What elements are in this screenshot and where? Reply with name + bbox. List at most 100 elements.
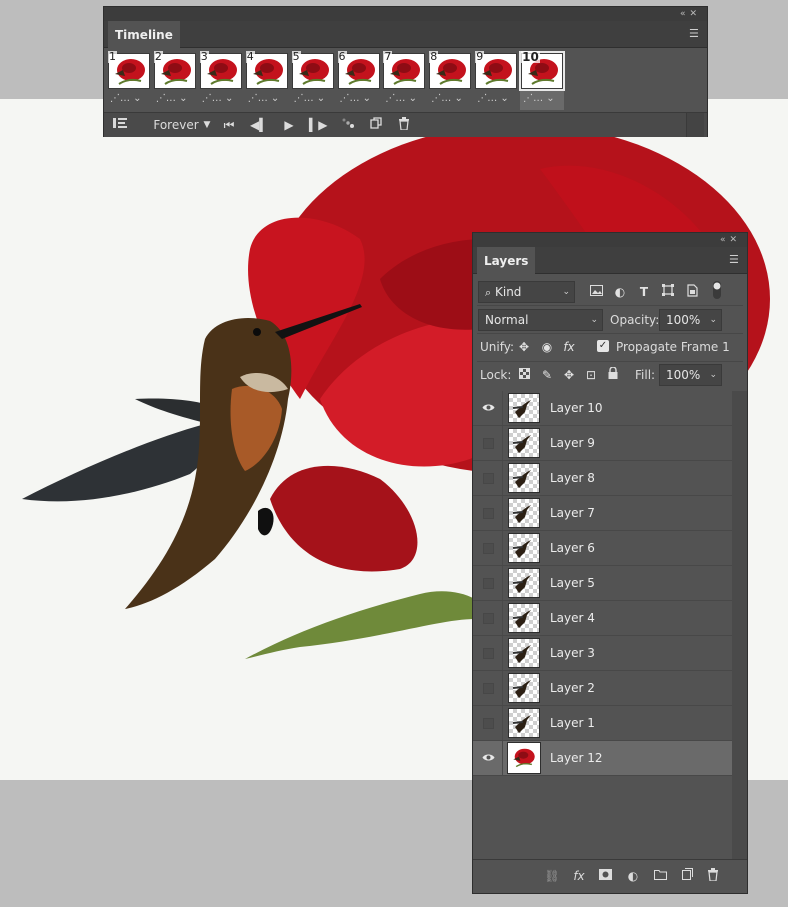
filter-kind-select[interactable]: ⌕ Kind ⌄ [478,281,575,303]
animation-frame[interactable]: 2 ⋰… ⌄ [153,51,197,110]
delete-layer-icon[interactable] [704,868,722,884]
shape-filter-icon[interactable] [660,284,676,300]
layer-thumbnail[interactable] [508,428,540,458]
layer-row[interactable]: Layer 3 [473,636,733,671]
layer-row[interactable]: Layer 12 [473,741,733,776]
visibility-toggle[interactable] [473,636,503,670]
collapse-close-icons[interactable]: «✕ [680,7,701,21]
filter-toggle-icon[interactable] [709,280,725,302]
visibility-toggle[interactable] [473,426,503,460]
visibility-toggle[interactable] [473,706,503,740]
animation-frame[interactable]: 1 ⋰… ⌄ [107,51,151,110]
tab-timeline[interactable]: Timeline [108,21,180,49]
layer-name[interactable]: Layer 5 [550,566,595,600]
layer-thumbnail[interactable] [508,603,540,633]
layer-name[interactable]: Layer 3 [550,636,595,670]
layer-thumbnail[interactable] [508,708,540,738]
timeline-scrollbar[interactable] [686,113,704,137]
duplicate-frame-icon[interactable] [368,117,384,133]
lock-transparent-pixels-icon[interactable] [516,367,532,383]
animation-frame[interactable]: 3 ⋰… ⌄ [199,51,243,110]
layer-row[interactable]: Layer 6 [473,531,733,566]
layers-titlebar[interactable]: «✕ [473,233,747,247]
layer-row[interactable]: Layer 5 [473,566,733,601]
animation-frame[interactable]: 8 ⋰… ⌄ [428,51,472,110]
visibility-toggle[interactable] [473,741,503,775]
layer-thumbnail[interactable] [508,533,540,563]
pixel-filter-icon[interactable] [588,284,604,300]
add-mask-icon[interactable] [596,868,614,884]
layer-thumbnail[interactable] [507,742,541,774]
layer-name[interactable]: Layer 10 [550,391,603,425]
layer-thumbnail[interactable] [508,638,540,668]
animation-frame[interactable]: 4 ⋰… ⌄ [245,51,289,110]
convert-to-video-timeline-icon[interactable] [112,117,128,133]
unify-style-icon[interactable]: fx [561,339,577,355]
layer-row[interactable]: Layer 10 [473,391,733,426]
frame-delay-disposal-icons[interactable]: ⋰… ⌄ [523,93,555,104]
visibility-toggle[interactable] [473,391,503,425]
layer-thumbnail[interactable] [508,568,540,598]
new-group-icon[interactable] [651,868,669,884]
layer-thumbnail[interactable] [508,498,540,528]
layer-thumbnail[interactable] [508,463,540,493]
visibility-toggle[interactable] [473,566,503,600]
frame-delay-disposal-icons[interactable]: ⋰… ⌄ [248,93,280,104]
layer-row[interactable]: Layer 2 [473,671,733,706]
frame-delay-disposal-icons[interactable]: ⋰… ⌄ [431,93,463,104]
visibility-toggle[interactable] [473,496,503,530]
chevron-down-icon[interactable]: ▼ [201,117,213,133]
animation-frame[interactable]: 6 ⋰… ⌄ [337,51,381,110]
animation-frame[interactable]: 5 ⋰… ⌄ [291,51,335,110]
fill-input[interactable]: 100% ⌄ [659,364,722,386]
frame-delay-disposal-icons[interactable]: ⋰… ⌄ [477,93,509,104]
layer-name[interactable]: Layer 12 [550,741,603,775]
adjustment-filter-icon[interactable]: ◐ [612,284,628,300]
unify-position-icon[interactable]: ✥ [516,339,532,355]
layer-thumbnail[interactable] [508,673,540,703]
visibility-toggle[interactable] [473,461,503,495]
propagate-checkbox[interactable]: ✓ [597,340,609,352]
visibility-toggle[interactable] [473,531,503,565]
layer-row[interactable]: Layer 4 [473,601,733,636]
panel-menu-icon[interactable]: ☰ [689,28,701,39]
fx-icon[interactable]: fx [570,868,588,884]
layer-row[interactable]: Layer 1 [473,706,733,741]
layer-row[interactable]: Layer 9 [473,426,733,461]
frame-delay-disposal-icons[interactable]: ⋰… ⌄ [340,93,372,104]
new-layer-icon[interactable] [678,868,696,884]
next-frame-icon[interactable]: ▍▶ [309,117,327,133]
layer-name[interactable]: Layer 6 [550,531,595,565]
lock-image-pixels-icon[interactable]: ✎ [539,367,555,383]
lock-all-icon[interactable] [605,366,621,383]
smart-object-filter-icon[interactable] [684,284,700,300]
unify-visibility-icon[interactable]: ◉ [539,339,555,355]
layer-row[interactable]: Layer 8 [473,461,733,496]
animation-frame[interactable]: 9 ⋰… ⌄ [474,51,518,110]
layer-row[interactable]: Layer 7 [473,496,733,531]
adjustment-layer-icon[interactable]: ◐ [624,868,642,884]
link-layers-icon[interactable]: ⛓ [543,868,561,884]
layer-name[interactable]: Layer 1 [550,706,595,740]
layer-name[interactable]: Layer 9 [550,426,595,460]
opacity-input[interactable]: 100% ⌄ [659,309,722,331]
frame-delay-disposal-icons[interactable]: ⋰… ⌄ [385,93,417,104]
lock-position-icon[interactable]: ✥ [561,367,577,383]
layer-name[interactable]: Layer 4 [550,601,595,635]
panel-menu-icon[interactable]: ☰ [729,254,741,265]
layer-name[interactable]: Layer 8 [550,461,595,495]
previous-frame-icon[interactable]: ◀▍ [250,117,268,133]
type-filter-icon[interactable]: T [636,284,652,300]
first-frame-icon[interactable]: ⏮ [221,117,237,133]
visibility-toggle[interactable] [473,671,503,705]
tab-layers[interactable]: Layers [477,247,536,275]
blend-mode-select[interactable]: Normal ⌄ [478,309,603,331]
animation-frame[interactable]: 10 ⋰… ⌄ [519,51,566,110]
timeline-titlebar[interactable]: «✕ [104,7,707,21]
frame-delay-disposal-icons[interactable]: ⋰… ⌄ [202,93,234,104]
play-icon[interactable]: ▶ [281,117,297,133]
loop-options-select[interactable]: Forever [146,117,206,133]
frame-delay-disposal-icons[interactable]: ⋰… ⌄ [110,93,142,104]
visibility-toggle[interactable] [473,601,503,635]
animation-frame[interactable]: 7 ⋰… ⌄ [382,51,426,110]
